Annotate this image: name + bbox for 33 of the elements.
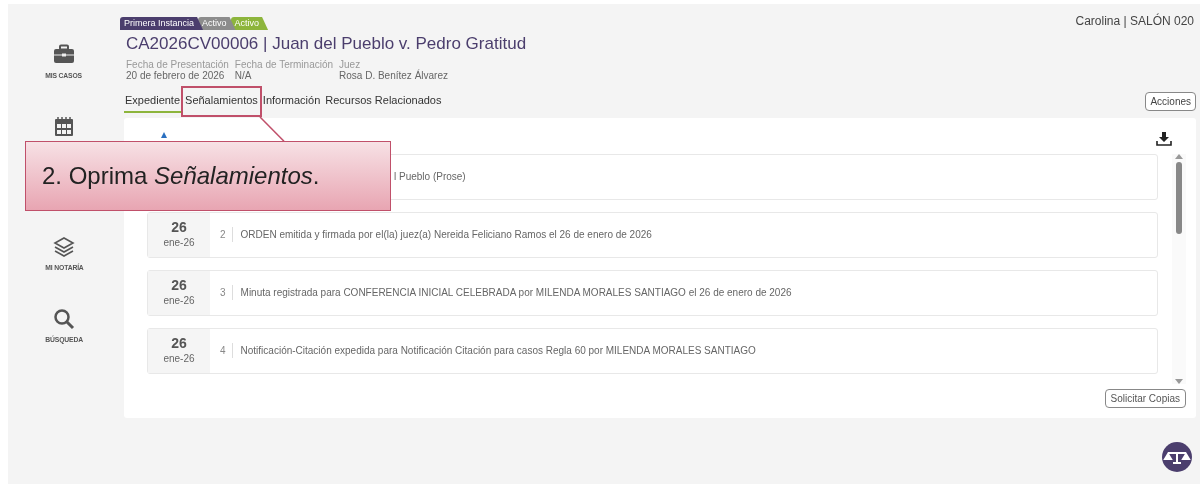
case-title: CA2026CV00006 | Juan del Pueblo v. Pedro Gratitud xyxy=(126,33,528,55)
date-day: 26 xyxy=(171,335,187,351)
field-label: Juez xyxy=(339,58,362,70)
request-copies-button[interactable]: Solicitar Copias xyxy=(1104,388,1186,408)
date-month: ene-26 xyxy=(163,235,195,250)
docket-entry[interactable]: 26 ene-26 2 ORDEN emitida y firmada por el(la) juez(a) Nereida Feliciano Ramos el 26 de enero de 2026 xyxy=(147,211,1158,258)
date-day: 26 xyxy=(171,277,187,293)
tab[interactable]: Expediente xyxy=(124,90,182,113)
entry-number: 2 xyxy=(214,227,233,242)
entry-number: 3 xyxy=(214,285,233,300)
entry-text: Minuta registrada para CONFERENCIA INICIAL CELEBRADA por MILENDA MORALES SANTIAGO el 26 de enero de 2026 xyxy=(239,286,792,300)
sidebar-item[interactable]: MI NOTARÍA xyxy=(44,262,84,274)
docket-entry[interactable]: 26 ene-26 4 Notificación-Citación expedida para Notificación Citación para casos Regla 60 por MILENDA MORALES SANTIAGO xyxy=(147,327,1158,374)
sidebar-item[interactable]: BÚSQUEDA xyxy=(45,334,83,346)
date-month: ene-26 xyxy=(163,293,195,308)
tab[interactable]: Recursos Relacionados xyxy=(324,90,443,113)
field-value: 20 de febrero de 2026 xyxy=(126,69,226,81)
field-value: Rosa D. Benítez Álvarez xyxy=(339,69,448,81)
user-room-label: Carolina | SALÓN 020 xyxy=(1075,12,1194,30)
tab[interactable]: Información xyxy=(261,90,322,113)
date-month: ene-26 xyxy=(163,351,195,366)
tab[interactable]: Señalamientos xyxy=(184,90,259,113)
actions-button[interactable]: Acciones xyxy=(1145,92,1196,111)
sidebar-item[interactable]: MIS CASOS xyxy=(45,70,83,82)
entry-number: 4 xyxy=(214,343,233,358)
date-day: 26 xyxy=(171,219,187,235)
entry-text: Notificación-Citación expedida para Notificación Citación para casos Regla 60 por MILENDA MORALES SANTIAGO xyxy=(239,344,756,358)
field-label: Fecha de Terminación xyxy=(234,58,334,70)
entry-text: l Pueblo (Prose) xyxy=(393,170,466,184)
docket-entry[interactable]: 26 ene-26 3 Minuta registrada para CONFERENCIA INICIAL CELEBRADA por MILENDA MORALES SANTIAGO el 26 de enero de 2026 xyxy=(147,269,1158,316)
field-label: Fecha de Presentación xyxy=(126,58,229,70)
entry-text: ORDEN emitida y firmada por el(la) juez(a) Nereida Feliciano Ramos el 26 de enero de 2026 xyxy=(239,228,652,242)
field-value: N/A xyxy=(234,69,253,81)
